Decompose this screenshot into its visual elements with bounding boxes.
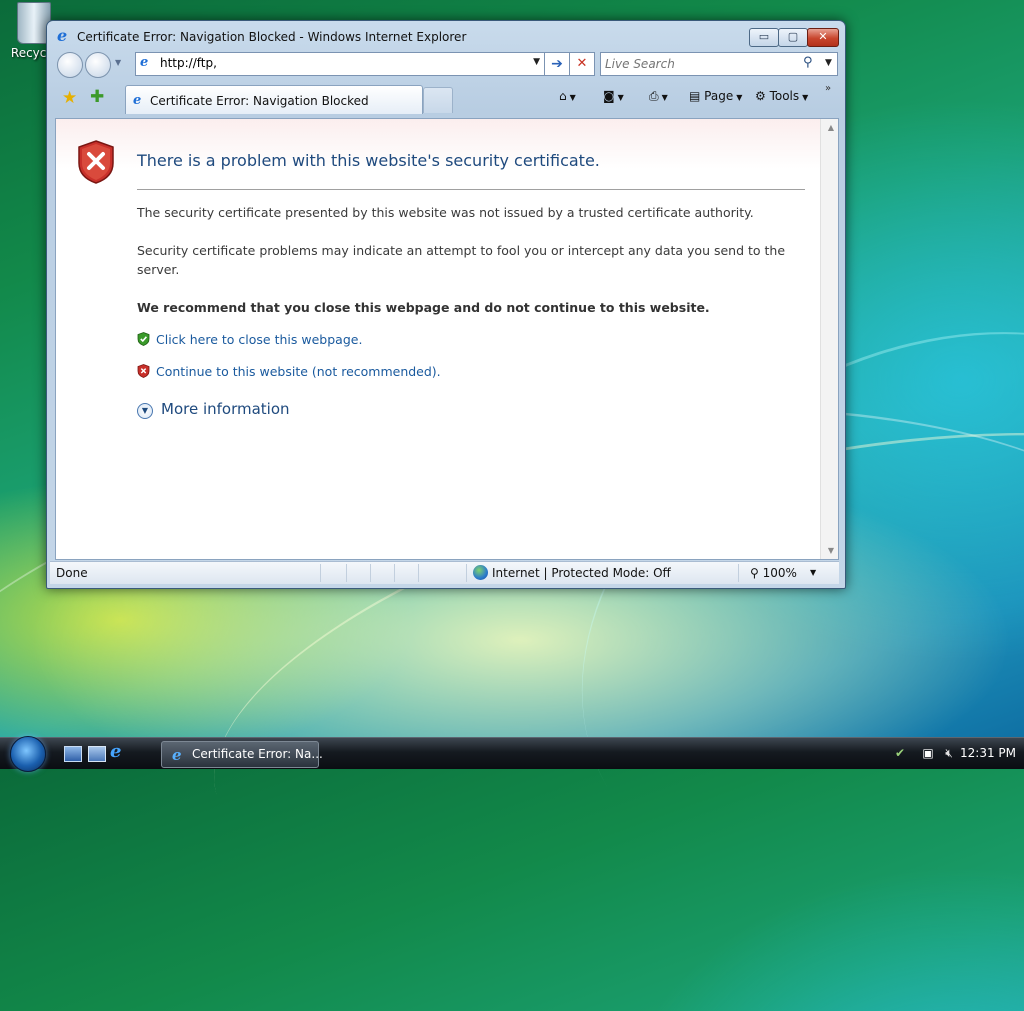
window-title: Certificate Error: Navigation Blocked - … xyxy=(77,30,467,44)
ie-task-icon: e xyxy=(172,746,182,764)
security-warning: Security certificate problems may indica… xyxy=(137,243,786,277)
search-dropdown-icon[interactable]: ▼ xyxy=(825,58,832,68)
status-text: Done xyxy=(56,566,88,580)
close-webpage-label[interactable]: Click here to close this webpage. xyxy=(156,332,362,347)
more-commands-chevron-icon[interactable]: » xyxy=(825,83,831,94)
browser-window: e Certificate Error: Navigation Blocked … xyxy=(46,20,846,589)
continue-website-link[interactable]: Continue to this website (not recommende… xyxy=(137,364,441,379)
start-button[interactable] xyxy=(10,736,46,772)
recommendation-text: We recommend that you close this webpage… xyxy=(137,300,710,315)
address-bar[interactable]: e ▼ xyxy=(135,52,545,76)
status-divider xyxy=(466,564,467,582)
more-information-label[interactable]: More information xyxy=(161,400,290,418)
status-bar: Done Internet | Protected Mode: Off ⚲ 10… xyxy=(50,561,839,584)
gear-icon: ⚙ xyxy=(755,89,770,103)
forward-button[interactable] xyxy=(85,52,111,78)
close-webpage-link[interactable]: Click here to close this webpage. xyxy=(137,332,362,347)
page-dropdown-icon: ▼ xyxy=(736,93,743,102)
add-favorites-icon[interactable]: ✚ xyxy=(90,87,104,107)
new-tab-button[interactable] xyxy=(423,87,453,113)
error-heading: There is a problem with this website's s… xyxy=(137,151,600,170)
scroll-down-arrow-icon[interactable]: ▼ xyxy=(828,546,834,555)
internet-globe-icon xyxy=(473,565,488,580)
tools-dropdown-icon: ▼ xyxy=(802,93,809,102)
home-icon: ⌂ xyxy=(559,89,567,103)
expand-chevron-icon: ▼ xyxy=(137,403,153,419)
network-icon[interactable]: ▣ xyxy=(921,746,935,760)
print-button[interactable]: ⎙ ▼ xyxy=(649,89,668,104)
zoom-value: 100% xyxy=(762,566,797,580)
tools-menu-button[interactable]: ⚙ Tools ▼ xyxy=(755,89,808,103)
continue-website-label[interactable]: Continue to this website (not recommende… xyxy=(156,364,441,379)
print-dropdown-icon: ▼ xyxy=(661,93,668,102)
system-clock[interactable]: 12:31 PM xyxy=(960,746,1016,760)
status-divider xyxy=(320,564,321,582)
error-shield-icon xyxy=(78,140,114,184)
taskbar-ie-button[interactable]: e Certificate Error: Na... xyxy=(161,741,323,768)
feeds-dropdown-icon: ▼ xyxy=(617,93,624,102)
tools-menu-label: Tools xyxy=(769,89,800,103)
minimize-button[interactable]: ▭ xyxy=(749,28,779,47)
page-icon: ▤ xyxy=(689,89,705,103)
back-button[interactable] xyxy=(57,52,83,78)
page-icon: e xyxy=(140,55,149,70)
search-input[interactable] xyxy=(605,55,795,73)
volume-muted-icon[interactable]: 🔇︎ xyxy=(942,746,956,760)
title-bar[interactable]: e Certificate Error: Navigation Blocked … xyxy=(47,21,845,51)
favorites-star-icon[interactable]: ★ xyxy=(62,88,77,108)
security-zone-text[interactable]: Internet | Protected Mode: Off xyxy=(492,566,671,580)
maximize-button[interactable]: ▢ xyxy=(778,28,808,47)
close-window-button[interactable]: ✕ xyxy=(807,28,839,47)
home-dropdown-icon: ▼ xyxy=(569,93,576,102)
magnifier-icon: ⚲ xyxy=(750,566,763,580)
zoom-dropdown-icon[interactable]: ▼ xyxy=(810,568,816,577)
search-icon[interactable]: ⚲ xyxy=(803,55,813,70)
printer-icon: ⎙ xyxy=(649,89,659,103)
status-divider xyxy=(394,564,395,582)
vertical-scrollbar[interactable]: ▲ ▼ xyxy=(820,119,838,559)
status-divider xyxy=(738,564,739,582)
status-divider xyxy=(418,564,419,582)
safely-remove-hardware-icon[interactable]: ✔ xyxy=(893,746,907,760)
tab-certificate-error[interactable]: e Certificate Error: Navigation Blocked xyxy=(125,85,423,114)
search-box[interactable]: ⚲ ▼ xyxy=(600,52,838,76)
feeds-button[interactable]: ◙ ▼ xyxy=(603,89,624,103)
page-menu-label: Page xyxy=(704,89,734,103)
ie-tab-icon: e xyxy=(133,93,142,108)
ie-logo-icon: e xyxy=(57,26,68,45)
heading-divider xyxy=(137,189,805,190)
scroll-up-arrow-icon[interactable]: ▲ xyxy=(828,123,834,132)
red-shield-icon xyxy=(137,364,150,378)
status-divider xyxy=(370,564,371,582)
address-dropdown-icon[interactable]: ▼ xyxy=(533,57,540,67)
switch-windows-icon[interactable] xyxy=(88,746,106,762)
more-information-toggle[interactable]: ▼ More information xyxy=(137,400,290,419)
taskbar-task-label: Certificate Error: Na... xyxy=(192,747,323,761)
go-button[interactable]: ➔ xyxy=(544,52,570,76)
status-divider xyxy=(346,564,347,582)
tab-label: Certificate Error: Navigation Blocked xyxy=(150,94,369,108)
taskbar: e e Certificate Error: Na... ✔ ▣ 🔇︎ 12:3… xyxy=(0,736,1024,772)
green-shield-icon xyxy=(137,332,150,346)
recent-pages-dropdown-icon[interactable]: ▼ xyxy=(115,58,121,67)
go-arrow-icon: ➔ xyxy=(551,56,563,72)
stop-x-icon: ✕ xyxy=(576,56,588,71)
zoom-level[interactable]: ⚲ 100% xyxy=(750,566,797,580)
certificate-explanation: The security certificate presented by th… xyxy=(137,205,754,220)
internet-explorer-icon[interactable]: e xyxy=(110,743,128,761)
address-input[interactable] xyxy=(160,54,520,72)
stop-button[interactable]: ✕ xyxy=(569,52,595,76)
page-content: There is a problem with this website's s… xyxy=(55,118,839,560)
show-desktop-icon[interactable] xyxy=(64,746,82,762)
home-button[interactable]: ⌂ ▼ xyxy=(559,89,576,103)
page-menu-button[interactable]: ▤ Page ▼ xyxy=(689,89,742,103)
feeds-icon: ◙ xyxy=(603,89,615,103)
